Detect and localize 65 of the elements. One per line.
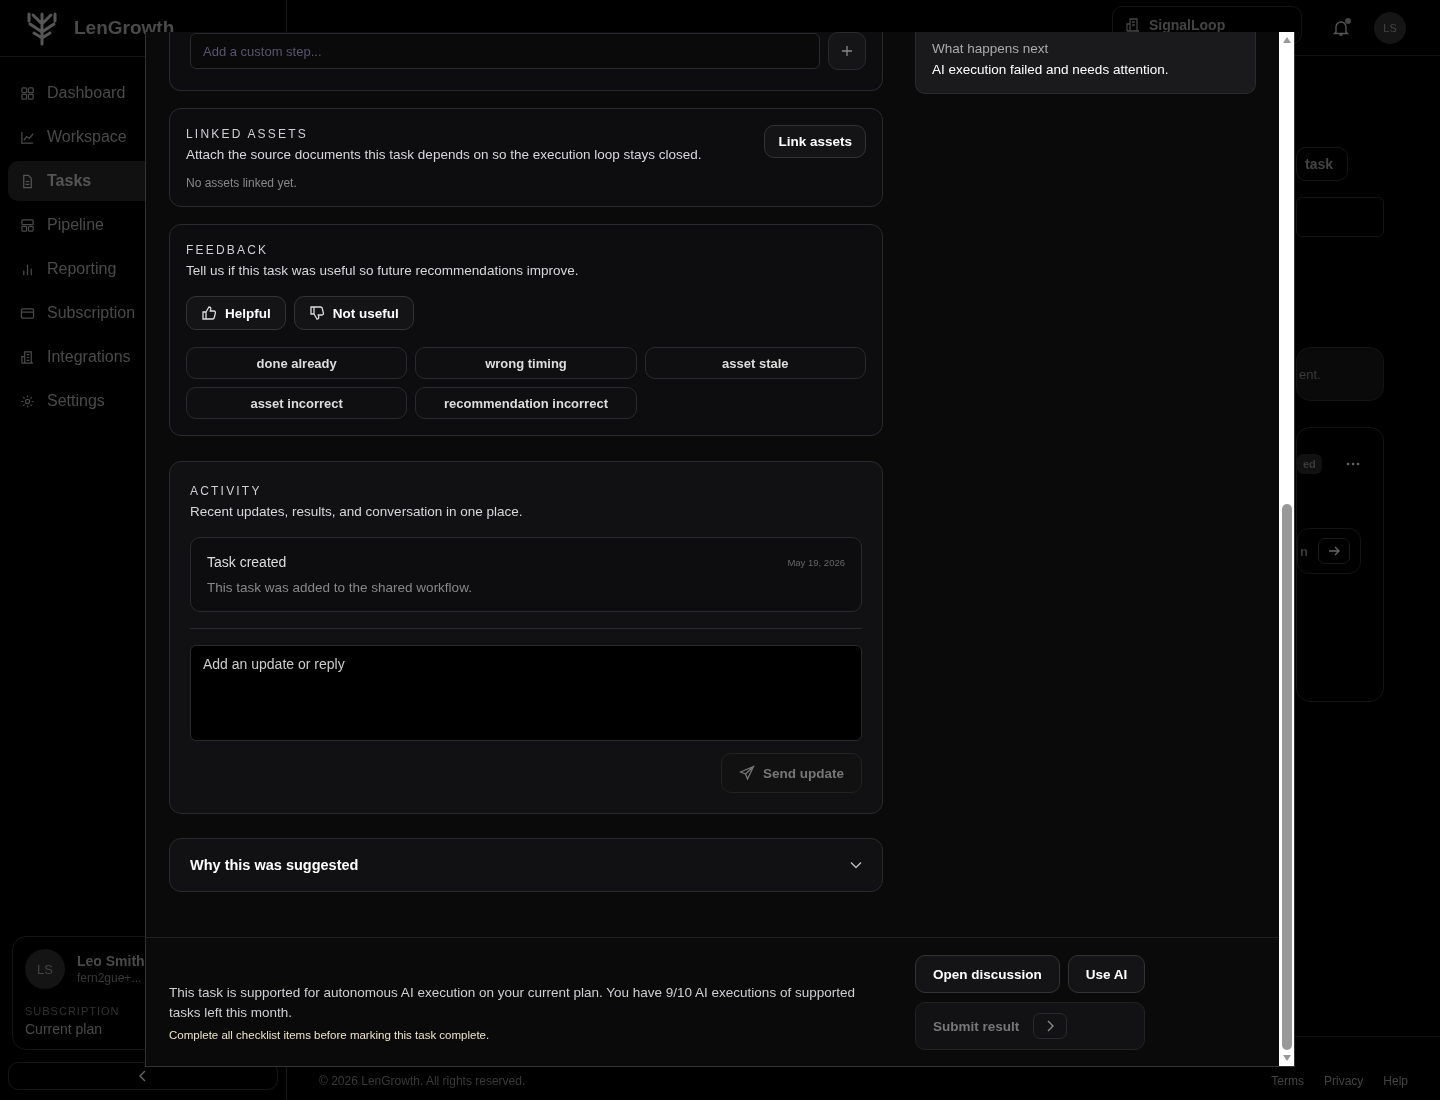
copyright-text: © 2026 LenGrowth. All rights reserved. bbox=[319, 1074, 526, 1088]
reason-chip[interactable]: done already bbox=[186, 347, 408, 379]
why-suggested-toggle[interactable]: Why this was suggested bbox=[169, 838, 883, 892]
footer-link[interactable]: Privacy bbox=[1323, 1074, 1364, 1088]
open-button[interactable]: n bbox=[1297, 528, 1361, 574]
entry-title: Task created bbox=[207, 554, 287, 570]
nav-item[interactable]: Workspace bbox=[8, 117, 158, 157]
send-icon bbox=[739, 765, 755, 781]
reason-chip[interactable]: asset stale bbox=[644, 347, 866, 379]
new-task-button[interactable]: task bbox=[1296, 147, 1348, 181]
empty-state-text: No assets linked yet. bbox=[186, 176, 298, 190]
entry-date: May 19, 2026 bbox=[787, 556, 845, 568]
section-description: Tell us if this task was useful so future recommendations improve. bbox=[186, 263, 580, 278]
not-useful-button[interactable]: Not useful bbox=[293, 296, 414, 330]
reason-chip[interactable]: recommendation incorrect bbox=[415, 387, 637, 419]
arrow-right-icon bbox=[1326, 544, 1341, 558]
helpful-button[interactable]: Helpful bbox=[186, 296, 286, 330]
search-field[interactable] bbox=[1296, 197, 1384, 237]
layout-icon bbox=[20, 217, 35, 233]
building-icon bbox=[20, 349, 35, 365]
chevron-down-icon bbox=[850, 861, 862, 869]
nav-item[interactable]: Reporting bbox=[8, 249, 158, 289]
nav-item[interactable]: Integrations bbox=[8, 337, 158, 377]
grid-icon bbox=[20, 85, 35, 101]
plus-icon bbox=[841, 45, 853, 57]
footer-link[interactable]: Help bbox=[1383, 1074, 1408, 1088]
nav-item[interactable]: Subscription bbox=[8, 293, 158, 333]
footer-button[interactable]: Use AI bbox=[1067, 955, 1146, 993]
add-step-button[interactable] bbox=[828, 32, 866, 70]
user-email: fern2gue+... bbox=[77, 971, 143, 985]
chevron-right-icon bbox=[1046, 1020, 1055, 1032]
footer-link[interactable]: Terms bbox=[1271, 1074, 1304, 1088]
chevron-left-icon bbox=[138, 1070, 148, 1082]
link-assets-button[interactable]: Link assets bbox=[764, 125, 866, 158]
thumbs-down-icon bbox=[308, 305, 325, 321]
nav-item[interactable]: Pipeline bbox=[8, 205, 158, 245]
footer-button[interactable]: Open discussion bbox=[915, 955, 1060, 993]
card-icon bbox=[20, 305, 35, 321]
nav-item[interactable]: Settings bbox=[8, 381, 158, 421]
next-step-label: What happens next bbox=[932, 41, 1050, 56]
plan-name: Current plan bbox=[25, 1021, 103, 1037]
reason-chip[interactable]: wrong timing bbox=[415, 347, 637, 379]
section-heading: ACTIVITY bbox=[190, 484, 263, 498]
user-name: Leo Smith bbox=[77, 953, 145, 969]
entry-text: This task was added to the shared workflow. bbox=[207, 580, 473, 595]
section-description: Recent updates, results, and conversation in one place. bbox=[190, 504, 524, 519]
section-description: Attach the source documents this task depends on so the execution loop stays closed. bbox=[186, 147, 702, 162]
custom-step-field[interactable]: Add a custom step... bbox=[190, 33, 820, 69]
next-step-text: AI execution failed and needs attention. bbox=[932, 62, 1170, 77]
reason-chip[interactable]: asset incorrect bbox=[186, 387, 408, 419]
section-heading: LINKED ASSETS bbox=[186, 127, 309, 141]
reply-field[interactable]: Add an update or reply bbox=[190, 645, 862, 741]
doc-icon bbox=[20, 173, 35, 189]
nav-item[interactable]: Dashboard bbox=[8, 73, 158, 113]
section-heading: FEEDBACK bbox=[186, 243, 270, 257]
building-icon bbox=[1125, 17, 1141, 33]
gear-icon bbox=[20, 393, 35, 409]
more-icon[interactable] bbox=[1345, 462, 1360, 466]
bell-icon[interactable] bbox=[1332, 18, 1350, 37]
thumbs-up-icon bbox=[201, 305, 217, 321]
chart-icon bbox=[20, 129, 35, 145]
plan-notice: This task is supported for autonomous AI execution on your current plan. You have 9/10 AI executions of supported tasks left this month. bbox=[169, 984, 856, 1022]
scroll-down-icon[interactable] bbox=[1281, 1054, 1292, 1062]
scroll-up-icon[interactable] bbox=[1281, 36, 1292, 44]
checklist-warning: Complete all checklist items before marking this task complete. bbox=[169, 1029, 491, 1041]
